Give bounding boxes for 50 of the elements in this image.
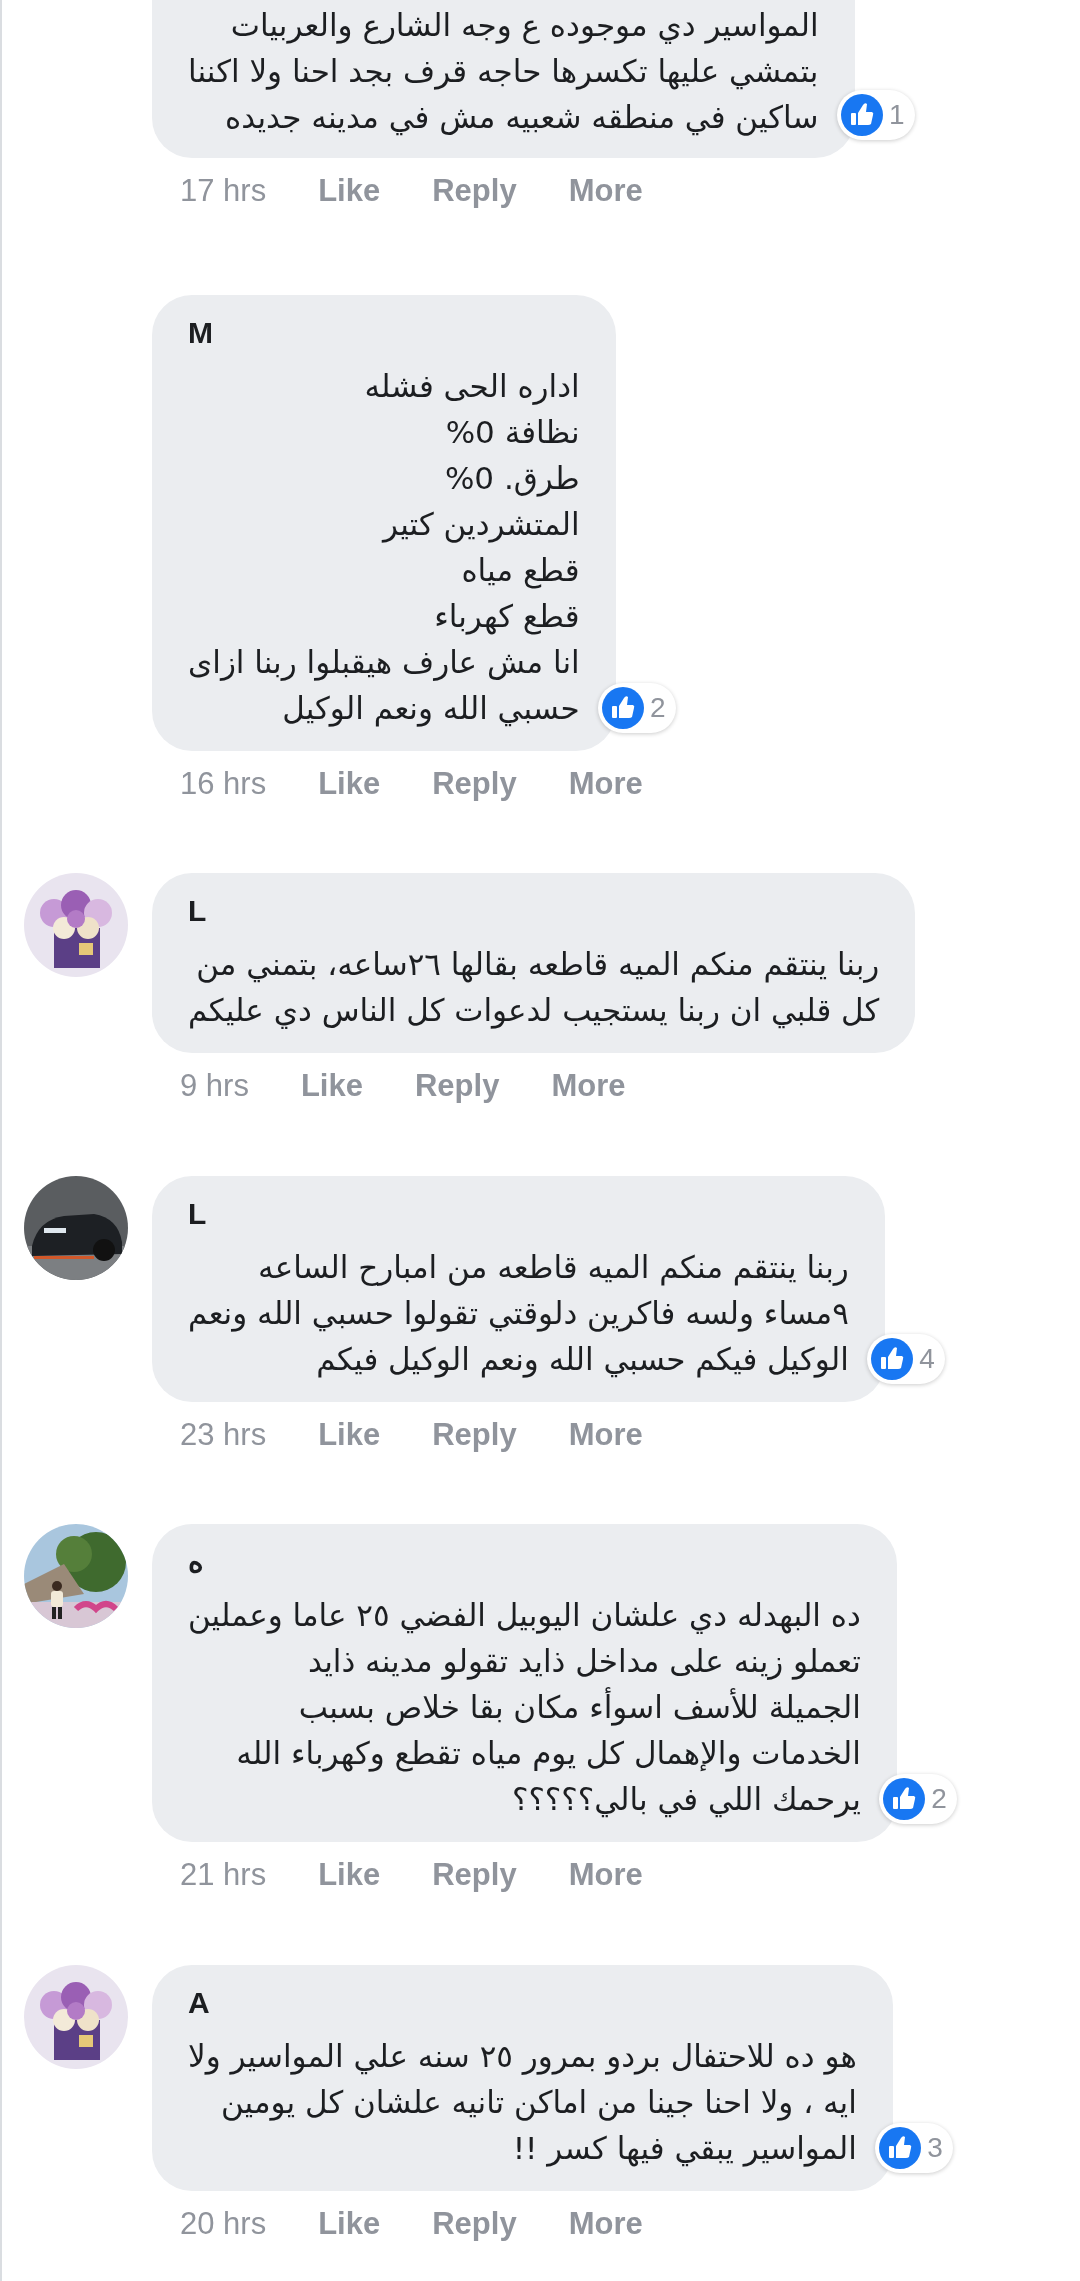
thumbs-up-icon	[871, 1337, 914, 1380]
comment-action-button[interactable]: More	[568, 1411, 643, 1458]
comment-action-button[interactable]: More	[568, 168, 643, 215]
reaction-count: 3	[927, 2130, 943, 2165]
reaction-badge[interactable]: 1	[836, 90, 915, 140]
thumbs-up-icon	[840, 94, 883, 136]
reaction-count: 1	[888, 98, 905, 132]
commenter-name[interactable]: ه	[188, 1542, 204, 1582]
comment-action-button[interactable]: Like	[300, 1063, 363, 1110]
comment-action-button[interactable]: More	[568, 760, 643, 807]
reaction-badge[interactable]: 2	[598, 682, 676, 733]
comment-action-button[interactable]: More	[551, 1063, 626, 1110]
reaction-badge[interactable]: 2	[879, 1774, 957, 1824]
comment-time[interactable]: 21 hrs	[180, 1852, 267, 1899]
thumbs-up-icon	[883, 1778, 926, 1820]
comment-action-button[interactable]: Like	[318, 760, 381, 807]
comment-action-button[interactable]: More	[568, 2200, 643, 2247]
comment-text: اداره الحى فشله نظافة 0% طرق. 0% المتشردين كتير قطع مياه قطع كهرباء انا مش عارف هيقبلوا ربنا ازاى حسبي الله ونعم الوكيل	[188, 366, 580, 729]
comment-action-button[interactable]: More	[568, 1852, 643, 1899]
comment-time[interactable]: 16 hrs	[180, 760, 267, 807]
thumbs-up-icon	[602, 686, 645, 729]
comment-action-button[interactable]: Reply	[414, 1063, 500, 1110]
commenter-name[interactable]: L	[188, 1193, 207, 1234]
comment-action-button[interactable]: Reply	[432, 760, 517, 807]
comment-action-button[interactable]: Like	[318, 1411, 381, 1458]
comment-action-button[interactable]: Like	[318, 168, 381, 215]
reaction-badge[interactable]: 3	[875, 2122, 953, 2173]
comment-time[interactable]: 23 hrs	[180, 1411, 267, 1458]
commenter-name[interactable]: L	[188, 891, 207, 931]
thumbs-up-icon	[879, 2126, 922, 2169]
comment-time[interactable]: 9 hrs	[180, 1063, 249, 1110]
commenter-name[interactable]: M	[188, 312, 213, 353]
comment-text: ربنا ينتقم منكم الميه قاطعه بقالها ٢٦ساعه، بتمني من كل قلبي ان ربنا يستجيب لدعوات كل الناس دي عليكم	[188, 945, 880, 1031]
comment-text: ده البهدله دي علشان اليوبيل الفضي ٢٥ عاما وعملين تعملو زينه على مداخل ذايد تقولو مدينه ذايد الجميلة للأسف اسوأء مكان بقا خلاص بسبب الخدمات والإهمال كل يوم مياه تقطع وكهرباء الله يرحمك اللي في بالي؟؟؟؟؟	[188, 1596, 861, 1820]
comment-action-button[interactable]: Reply	[432, 2200, 517, 2247]
comment-action-button[interactable]: Like	[318, 1852, 381, 1899]
comment-action-button[interactable]: Reply	[432, 168, 517, 215]
reaction-badge[interactable]: 4	[867, 1333, 945, 1384]
comment-text: ربنا ينتقم منكم الميه قاطعه من امبارح الساعه ٩مساء ولسه فاكرين دلوقتي تقولوا حسبي الله ونعم الوكيل فيكم حسبي الله ونعم الوكيل فيكم	[188, 1247, 849, 1380]
comment-action-button[interactable]: Reply	[432, 1852, 517, 1899]
reaction-count: 2	[650, 690, 666, 725]
commenter-name[interactable]: A	[188, 1982, 210, 2023]
comment-time[interactable]: 17 hrs	[180, 168, 267, 215]
comment-text: المواسير دي موجوده ع وجه الشارع والعربيات بتمشي عليها تكسرها حاجه قرف بجد احنا ولا اكننا ساكين في منطقه شعبيه مش في مدينه جديده	[188, 6, 819, 138]
comment-text: هو ده للاحتفال بردو بمرور ٢٥ سنه علي المواسير ولا ايه ، ولا احنا جينا من اماكن تانيه علشان كل يومين المواسير يبقي فيها كسر !!	[188, 2036, 857, 2169]
reaction-count: 2	[931, 1782, 947, 1816]
comment-action-button[interactable]: Reply	[432, 1411, 517, 1458]
comment-time[interactable]: 20 hrs	[180, 2200, 267, 2247]
comment-action-button[interactable]: Like	[318, 2200, 381, 2247]
reaction-count: 4	[919, 1341, 935, 1376]
